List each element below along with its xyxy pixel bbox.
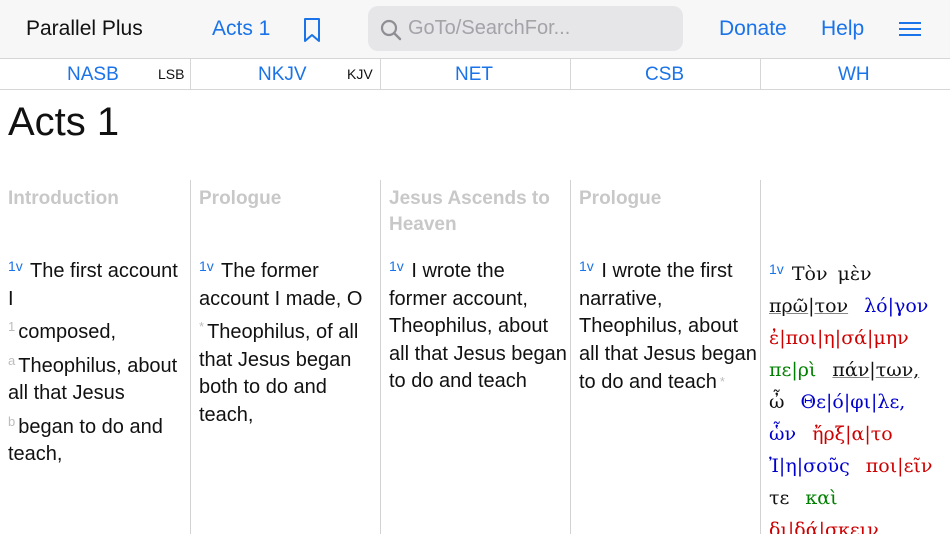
greek-word[interactable]: πε|ρὶ	[769, 359, 816, 381]
footnote-marker[interactable]: 1	[8, 319, 15, 334]
verse-number[interactable]: 1v	[199, 258, 214, 274]
version-name[interactable]: CSB	[645, 64, 684, 86]
version-tab-wh[interactable]: WH	[761, 59, 950, 90]
version-separator	[760, 58, 761, 90]
search-bar[interactable]	[368, 6, 683, 51]
help-button[interactable]: Help	[821, 17, 864, 41]
donate-button[interactable]: Donate	[719, 17, 787, 41]
greek-word[interactable]: καὶ	[805, 487, 837, 509]
greek-word[interactable]: δι|δά|σκειν	[769, 519, 879, 534]
section-heading: Jesus Ascends to Heaven	[389, 188, 550, 235]
bookmark-icon[interactable]	[302, 17, 322, 43]
verse-number[interactable]: 1v	[8, 258, 23, 274]
footnote-marker[interactable]: *	[199, 319, 204, 334]
version-alt[interactable]: KJV	[347, 66, 373, 82]
verse-text: 1v The former account I made, O * Theophi…	[199, 258, 363, 426]
greek-word[interactable]: μὲν	[838, 263, 872, 285]
version-tab-csb[interactable]: CSB	[571, 59, 760, 90]
verse-text: 1v I wrote the former account, Theophilu…	[389, 258, 567, 392]
top-bar: Parallel Plus Acts 1 Donate Help	[0, 0, 950, 58]
greek-word[interactable]: πάν|των,	[832, 359, 919, 381]
version-tab-net[interactable]: NET	[381, 59, 570, 90]
section-heading: Prologue	[199, 188, 282, 209]
footnote-marker[interactable]: b	[8, 414, 15, 429]
search-icon	[380, 19, 402, 41]
column-net: Jesus Ascends to Heaven 1v I wrote the f…	[381, 180, 571, 534]
search-input[interactable]	[408, 6, 673, 51]
column-nasb: Introduction 1v The first account I 1 com…	[0, 180, 190, 534]
menu-icon[interactable]	[899, 22, 921, 38]
section-heading: Prologue	[579, 188, 662, 209]
version-bar: NASB LSB NKJV KJV NET CSB WH	[0, 58, 950, 90]
version-name[interactable]: WH	[838, 64, 870, 86]
greek-word[interactable]: ἤρξ|α|το	[812, 423, 893, 445]
version-name[interactable]: NASB	[67, 64, 119, 86]
chapter-button[interactable]: Acts 1	[212, 17, 270, 41]
version-name[interactable]: NET	[455, 64, 493, 86]
version-separator	[570, 58, 571, 90]
verse-text: 1v I wrote the first narrative, Theophil…	[579, 258, 757, 393]
greek-word[interactable]: ὦ	[769, 391, 785, 413]
greek-word[interactable]: ποι|εῖν	[866, 455, 933, 477]
page-title: Acts 1	[8, 100, 120, 144]
version-tab-nasb[interactable]: NASB LSB	[0, 59, 190, 90]
column-nkjv: Prologue 1v The former account I made, O…	[191, 180, 381, 534]
greek-verse-text: 1v Τὸν μὲν πρῶ|τον λό|γον ἐ|ποι|η|σά|μην …	[769, 253, 949, 534]
version-separator	[380, 58, 381, 90]
footnote-marker[interactable]: *	[720, 374, 725, 389]
column-wh: 1v Τὸν μὲν πρῶ|τον λό|γον ἐ|ποι|η|σά|μην …	[761, 180, 950, 534]
column-csb: Prologue 1v I wrote the first narrative,…	[571, 180, 761, 534]
verse-number[interactable]: 1v	[389, 258, 404, 274]
greek-word[interactable]: ὧν	[769, 423, 796, 445]
section-heading: Introduction	[8, 188, 119, 209]
verse-text: 1v The first account I 1 composed, a Theop…	[8, 258, 178, 465]
version-separator	[190, 58, 191, 90]
version-name[interactable]: NKJV	[258, 64, 307, 86]
greek-word[interactable]: Θε|ό|φι|λε,	[801, 391, 906, 413]
footnote-marker[interactable]: a	[8, 353, 15, 368]
greek-word[interactable]: Ἰ|η|σοῦς	[769, 455, 850, 477]
greek-word[interactable]: πρῶ|τον	[769, 295, 848, 317]
app-name: Parallel Plus	[26, 17, 143, 40]
greek-word[interactable]: τε	[769, 487, 789, 509]
version-tab-nkjv[interactable]: NKJV KJV	[191, 59, 380, 90]
verse-number[interactable]: 1v	[769, 261, 784, 277]
greek-word[interactable]: ἐ|ποι|η|σά|μην	[769, 327, 909, 349]
greek-word[interactable]: Τὸν	[792, 263, 828, 285]
greek-word[interactable]: λό|γον	[864, 295, 928, 317]
version-alt[interactable]: LSB	[158, 66, 184, 82]
verse-number[interactable]: 1v	[579, 258, 594, 274]
